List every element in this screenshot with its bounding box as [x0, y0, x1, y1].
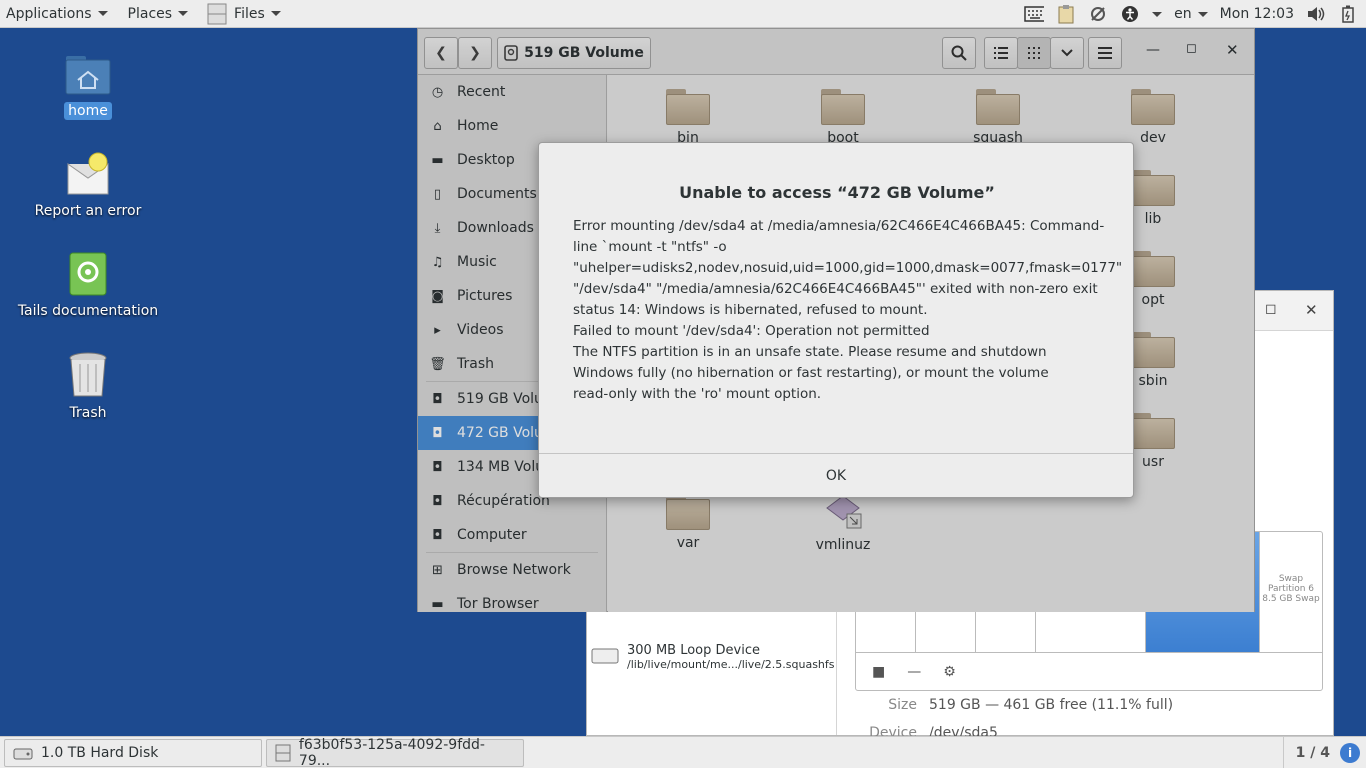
top-panel: Applications Places Files en Mon 12:03	[0, 0, 1366, 28]
desktop-tails-documentation-label: Tails documentation	[17, 303, 159, 319]
language-label: en	[1174, 6, 1192, 22]
drive-icon	[591, 648, 619, 664]
dialog-line: "/dev/sda4" "/media/amnesia/62C466E4C466…	[573, 281, 1098, 297]
task-label: 1.0 TB Hard Disk	[41, 744, 159, 761]
dialog-line: The NTFS partition is in an unsafe state…	[573, 344, 1047, 360]
dialog-line: read-only with the 'ro' mount option.	[573, 386, 822, 402]
desktop-trash[interactable]: Trash	[8, 352, 168, 422]
chevron-down-icon	[178, 11, 189, 16]
desktop-tails-documentation[interactable]: Tails documentation	[8, 252, 168, 320]
close-icon[interactable]: ✕	[1305, 301, 1318, 319]
file-cabinet-icon	[275, 744, 291, 761]
task-label: f63b0f53-125a-4092-9fdd-79...	[298, 736, 485, 768]
task-hard-disk[interactable]: 1.0 TB Hard Disk	[4, 738, 262, 767]
loop-device-name: 300 MB Loop Device	[627, 643, 760, 658]
size-value: 519 GB — 461 GB free (11.1% full)	[929, 697, 1174, 713]
desktop-report-error[interactable]: Report an error	[8, 150, 168, 220]
loop-device-item[interactable]: 300 MB Loop Device /lib/live/mount/me...…	[591, 643, 835, 671]
report-error-icon	[67, 152, 109, 195]
desktop-home-label: home	[64, 102, 112, 120]
battery-icon[interactable]	[1338, 5, 1358, 23]
dialog-line: line `mount -t "ntfs" -o	[573, 239, 727, 255]
network-icon[interactable]	[1088, 5, 1108, 23]
dialog-line: Windows fully (no hibernation or fast re…	[573, 365, 1049, 381]
files-app-label: Files	[234, 5, 265, 22]
dialog-line: Failed to mount '/dev/sda4': Operation n…	[573, 323, 930, 339]
swap-partition-label: Swap Partition 6 8.5 GB Swap	[1260, 574, 1322, 604]
dialog-line: status 14: Windows is hibernated, refuse…	[573, 302, 928, 318]
ok-label: OK	[825, 467, 847, 484]
workspace-indicator: 1 / 4	[1295, 745, 1330, 761]
dialog-line: "uhelper=udisks2,nodev,nosuid,uid=1000,g…	[573, 260, 1123, 276]
file-cabinet-icon	[207, 3, 227, 24]
error-dialog: Unable to access “472 GB Volume” Error m…	[538, 142, 1134, 498]
gear-icon[interactable]: ⚙	[943, 664, 956, 680]
size-key: Size	[888, 697, 917, 713]
desktop-report-error-label: Report an error	[34, 203, 142, 219]
desktop-trash-label: Trash	[69, 405, 107, 421]
places-label: Places	[127, 5, 173, 22]
applications-label: Applications	[6, 5, 92, 22]
documentation-icon	[69, 252, 107, 296]
clock[interactable]: Mon 12:03	[1220, 6, 1294, 22]
dialog-line: Error mounting /dev/sda4 at /media/amnes…	[573, 218, 1105, 234]
chevron-down-icon[interactable]	[1152, 11, 1163, 17]
volume-icon[interactable]	[1306, 5, 1326, 23]
size-row: Size 519 GB — 461 GB free (11.1% full)	[855, 697, 1173, 713]
language-menu[interactable]: en	[1174, 0, 1208, 28]
accessibility-icon[interactable]	[1120, 5, 1140, 23]
ok-button[interactable]: OK	[539, 453, 1133, 497]
workspace-switcher[interactable]: 1 / 4 i	[1282, 737, 1366, 768]
home-folder-icon	[65, 56, 111, 95]
chevron-down-icon	[97, 11, 108, 16]
files-app-menu[interactable]: Files	[200, 0, 287, 28]
stop-icon[interactable]: ■	[872, 664, 885, 680]
dialog-message: Error mounting /dev/sda4 at /media/amnes…	[573, 216, 1123, 405]
applications-menu[interactable]: Applications	[0, 0, 114, 28]
keyboard-icon[interactable]	[1024, 5, 1045, 23]
chevron-down-icon	[270, 11, 281, 16]
desktop-home[interactable]: home	[8, 52, 168, 120]
loop-device-path: /lib/live/mount/me.../live/2.5.squashfs	[627, 658, 835, 671]
chevron-down-icon	[1197, 11, 1208, 17]
swap-label-text: Swap Partition 6 8.5 GB Swap	[1262, 574, 1320, 604]
partition-toolbar: ■ — ⚙	[856, 652, 1322, 690]
drive-icon	[13, 748, 33, 759]
minus-icon[interactable]: —	[907, 664, 921, 680]
maximize-icon[interactable]: ◻	[1265, 301, 1277, 317]
window-list: 1.0 TB Hard Disk f63b0f53-125a-4092-9fdd…	[0, 736, 1366, 768]
trash-icon	[69, 352, 107, 397]
places-menu[interactable]: Places	[122, 0, 195, 28]
dialog-title: Unable to access “472 GB Volume”	[679, 183, 995, 202]
task-files-window[interactable]: f63b0f53-125a-4092-9fdd-79...	[266, 736, 524, 768]
clipboard-icon[interactable]	[1056, 5, 1076, 24]
info-icon[interactable]: i	[1340, 743, 1360, 763]
